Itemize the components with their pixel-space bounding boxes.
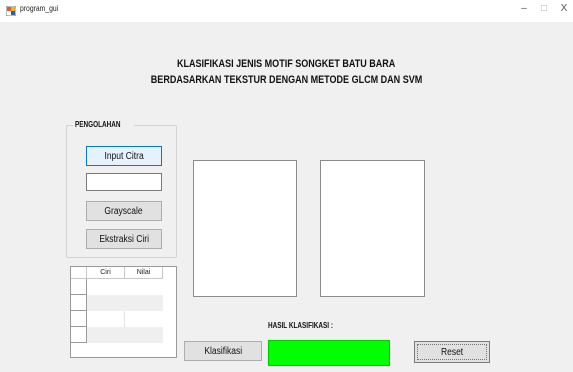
table-cell[interactable] [125, 311, 163, 327]
ekstraksi-ciri-button[interactable]: Ekstraksi Ciri [86, 229, 162, 249]
original-image-panel [193, 160, 297, 297]
heading-line1: KLASIFIKASI JENIS MOTIF SONGKET BATU BAR… [177, 58, 396, 70]
input-citra-button[interactable]: Input Citra [86, 146, 162, 166]
table-row-header [71, 327, 87, 343]
table-header-ciri: Ciri [87, 267, 125, 279]
app-icon [6, 6, 16, 16]
maximize-button[interactable]: □ [537, 3, 551, 14]
image-path-field[interactable] [86, 173, 162, 191]
classification-result [268, 340, 390, 366]
close-button[interactable]: X [557, 3, 571, 14]
minimize-button[interactable]: – [517, 3, 531, 14]
window-title: program_gui [20, 4, 59, 13]
processed-image-panel [320, 160, 425, 297]
table-row-header [71, 295, 87, 311]
table-cell[interactable] [87, 327, 163, 343]
table-row-header [71, 279, 87, 295]
title-bar: program_gui – □ X [0, 0, 573, 22]
klasifikasi-button[interactable]: Klasifikasi [184, 341, 262, 361]
feature-table[interactable]: Ciri Nilai [70, 266, 177, 358]
pengolahan-title: PENGOLAHAN [73, 120, 134, 129]
grayscale-button[interactable]: Grayscale [86, 201, 162, 221]
table-cell[interactable] [87, 295, 163, 311]
table-header-nilai: Nilai [125, 267, 163, 279]
heading-line2: BERDASARKAN TEKSTUR DENGAN METODE GLCM D… [150, 74, 423, 86]
reset-button[interactable]: Reset [414, 341, 490, 363]
hasil-klasifikasi-label: HASIL KLASIFIKASI : [268, 321, 333, 330]
table-cell[interactable] [87, 279, 125, 295]
table-row-header [71, 311, 87, 327]
table-cell[interactable] [125, 279, 163, 295]
table-corner [71, 267, 87, 279]
table-cell[interactable] [87, 311, 125, 327]
